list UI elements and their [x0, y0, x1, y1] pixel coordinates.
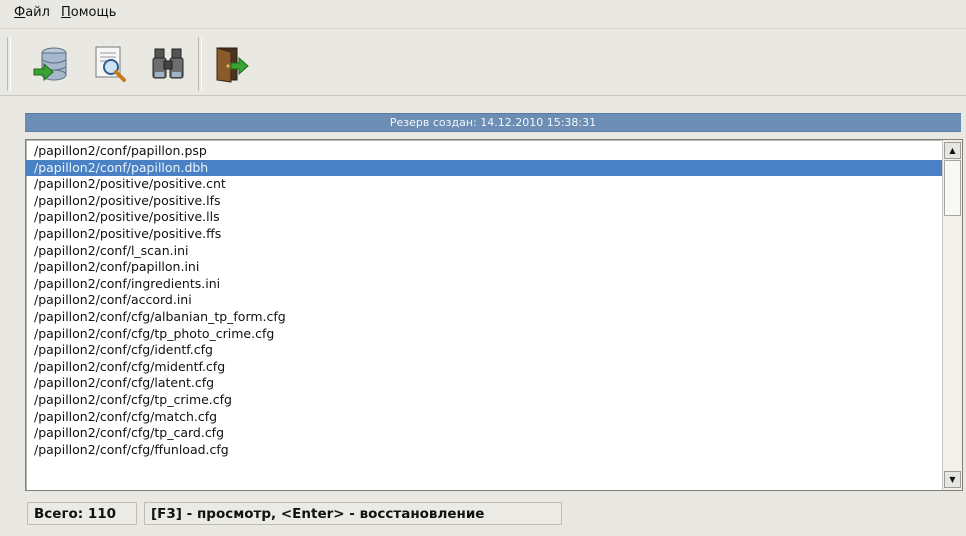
restore-button[interactable]	[30, 43, 72, 85]
menu-help-accel: П	[61, 5, 71, 20]
file-row[interactable]: /papillon2/conf/accord.ini	[26, 292, 942, 309]
file-row-selected[interactable]: /papillon2/conf/papillon.dbh	[26, 159, 942, 177]
vertical-scrollbar[interactable]: ▲ ▼	[942, 140, 962, 490]
file-row[interactable]: /papillon2/positive/positive.cnt	[26, 176, 942, 193]
menu-bar: Файл Помощь	[0, 0, 966, 29]
scroll-down-arrow-icon[interactable]: ▼	[944, 471, 961, 488]
file-row[interactable]: /papillon2/positive/positive.lfs	[26, 193, 942, 210]
document-preview-icon	[95, 46, 126, 82]
file-row[interactable]: /papillon2/conf/l_scan.ini	[26, 243, 942, 260]
menu-help[interactable]: Помощь	[61, 5, 116, 20]
scroll-up-arrow-icon[interactable]: ▲	[944, 142, 961, 159]
database-restore-icon	[33, 47, 67, 82]
key-hint-status: [F3] - просмотр, <Enter> - восстановлени…	[144, 502, 562, 525]
file-row[interactable]: /papillon2/conf/cfg/identf.cfg	[26, 342, 942, 359]
file-row[interactable]: /papillon2/conf/cfg/match.cfg	[26, 409, 942, 426]
total-count-status: Всего: 110	[27, 502, 137, 525]
file-row[interactable]: /papillon2/conf/cfg/tp_card.cfg	[26, 425, 942, 442]
file-row[interactable]: /papillon2/positive/positive.lls	[26, 209, 942, 226]
file-row[interactable]: /papillon2/conf/papillon.ini	[26, 259, 942, 276]
menu-file-accel: Ф	[14, 5, 26, 20]
toolbar-separator	[7, 37, 11, 91]
menu-file-label-rest: айл	[25, 5, 50, 20]
backup-file-list[interactable]: /papillon2/conf/papillon.psp/papillon2/c…	[25, 139, 963, 491]
file-row[interactable]: /papillon2/conf/papillon.psp	[26, 143, 942, 160]
file-row[interactable]: /papillon2/conf/cfg/ffunload.cfg	[26, 442, 942, 459]
file-row[interactable]: /papillon2/conf/cfg/tp_photo_crime.cfg	[26, 326, 942, 343]
preview-button[interactable]	[89, 43, 131, 85]
toolbar-separator	[198, 37, 202, 91]
exit-button[interactable]	[209, 43, 251, 85]
file-row[interactable]: /papillon2/conf/cfg/albanian_tp_form.cfg	[26, 309, 942, 326]
file-row[interactable]: /papillon2/conf/ingredients.ini	[26, 276, 942, 293]
exit-door-icon	[216, 47, 249, 83]
toolbar	[0, 29, 966, 96]
file-row[interactable]: /papillon2/conf/cfg/tp_crime.cfg	[26, 392, 942, 409]
menu-help-label-rest: омощь	[70, 5, 117, 20]
scrollbar-thumb[interactable]	[944, 160, 961, 216]
file-row[interactable]: /papillon2/conf/cfg/midentf.cfg	[26, 359, 942, 376]
backup-created-header: Резерв создан: 14.12.2010 15:38:31	[25, 113, 961, 132]
file-list-rows: /papillon2/conf/papillon.psp/papillon2/c…	[26, 143, 942, 458]
file-row[interactable]: /papillon2/positive/positive.ffs	[26, 226, 942, 243]
search-button[interactable]	[147, 43, 189, 85]
binoculars-search-icon	[152, 48, 184, 79]
menu-file[interactable]: Файл	[14, 5, 50, 20]
file-row[interactable]: /papillon2/conf/cfg/latent.cfg	[26, 375, 942, 392]
